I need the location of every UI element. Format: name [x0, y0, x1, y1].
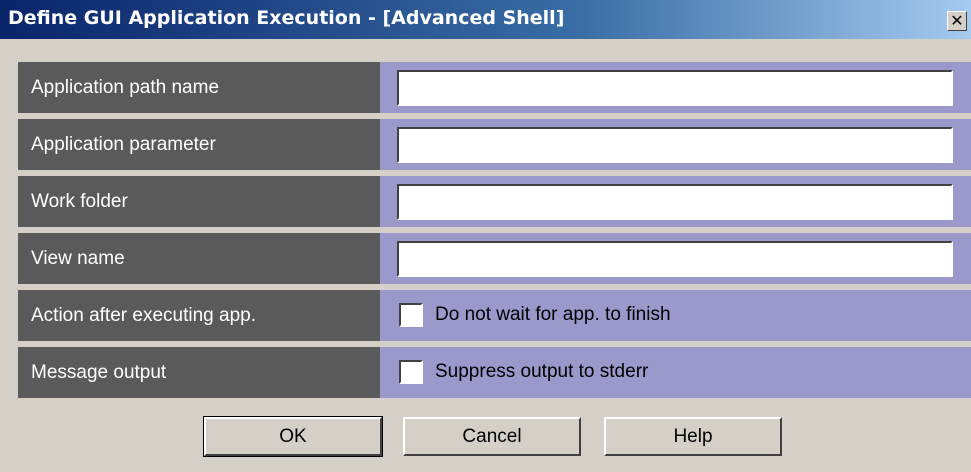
do-not-wait-checkbox[interactable] [399, 303, 423, 327]
view-name-input[interactable] [397, 241, 953, 277]
message-output-cell: Suppress output to stderr [380, 347, 971, 398]
message-output-label: Message output [18, 347, 380, 398]
window-title: Define GUI Application Execution - [Adva… [8, 7, 565, 29]
row-view-name: View name [18, 233, 971, 284]
application-path-name-label: Application path name [18, 62, 380, 113]
row-action-after-executing: Action after executing app. Do not wait … [18, 290, 971, 341]
application-path-name-cell [380, 62, 971, 113]
suppress-output-checkbox[interactable] [399, 360, 423, 384]
application-parameter-input[interactable] [397, 127, 953, 163]
close-icon: ✕ [950, 11, 964, 30]
help-button[interactable]: Help [604, 417, 782, 456]
suppress-output-label[interactable]: Suppress output to stderr [435, 361, 648, 383]
view-name-cell [380, 233, 971, 284]
row-application-path-name: Application path name [18, 62, 971, 113]
cancel-button[interactable]: Cancel [403, 417, 581, 456]
work-folder-label: Work folder [18, 176, 380, 227]
row-application-parameter: Application parameter [18, 119, 971, 170]
row-work-folder: Work folder [18, 176, 971, 227]
row-message-output: Message output Suppress output to stderr [18, 347, 971, 398]
application-path-name-input[interactable] [397, 70, 953, 106]
action-after-executing-cell: Do not wait for app. to finish [380, 290, 971, 341]
view-name-label: View name [18, 233, 380, 284]
action-after-executing-label: Action after executing app. [18, 290, 380, 341]
do-not-wait-label[interactable]: Do not wait for app. to finish [435, 304, 671, 326]
close-button[interactable]: ✕ [947, 11, 967, 31]
work-folder-input[interactable] [397, 184, 953, 220]
work-folder-cell [380, 176, 971, 227]
form-table: Application path name Application parame… [18, 62, 971, 398]
application-parameter-label: Application parameter [18, 119, 380, 170]
title-bar: Define GUI Application Execution - [Adva… [0, 0, 971, 39]
application-parameter-cell [380, 119, 971, 170]
do-not-wait-option[interactable]: Do not wait for app. to finish [399, 302, 671, 328]
suppress-output-option[interactable]: Suppress output to stderr [399, 359, 648, 385]
ok-button[interactable]: OK [203, 416, 383, 457]
